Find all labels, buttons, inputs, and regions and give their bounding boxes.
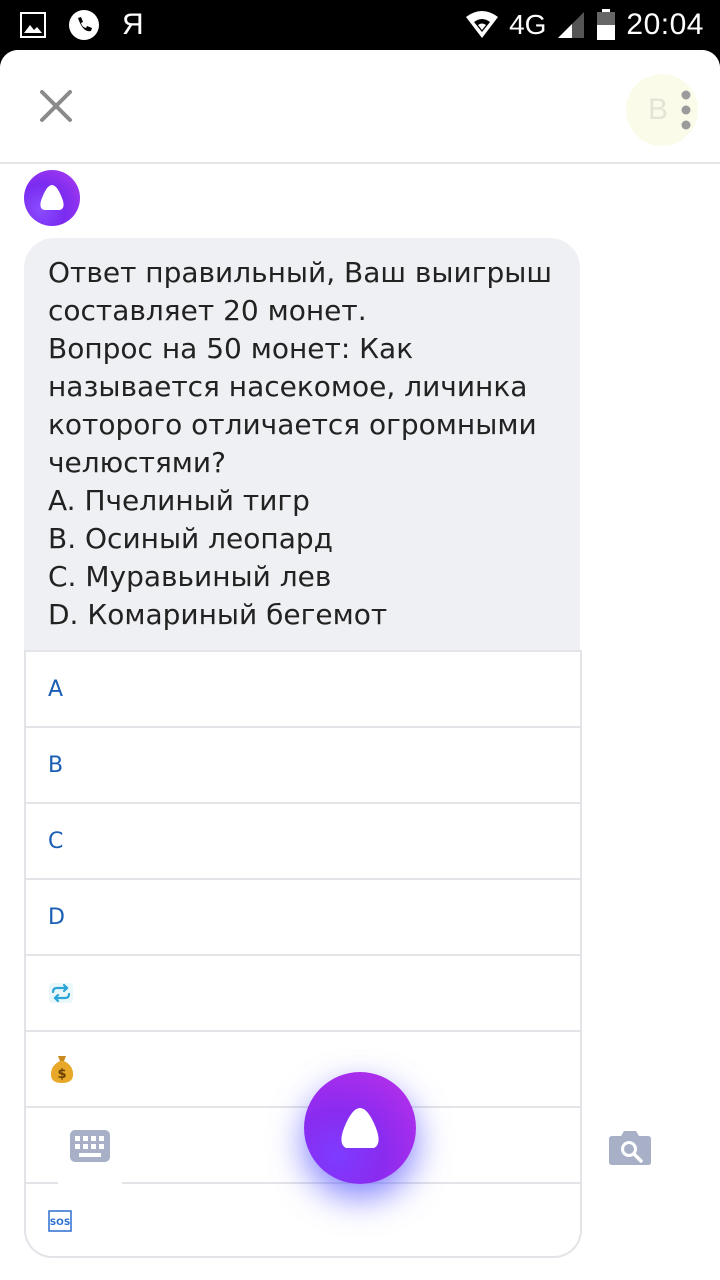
answer-c-button[interactable]: C bbox=[26, 802, 580, 878]
message-bubble: Ответ правильный, Ваш выигрыш составляет… bbox=[24, 238, 580, 650]
alice-logo-icon bbox=[40, 185, 64, 210]
message-line: Ответ правильный, Ваш выигрыш bbox=[48, 256, 552, 289]
battery-icon bbox=[597, 9, 616, 40]
svg-text:$: $ bbox=[57, 1067, 66, 1082]
sos-button[interactable]: SOS bbox=[26, 1182, 580, 1256]
more-vert-icon[interactable] bbox=[680, 90, 692, 130]
status-bar-left: Я bbox=[20, 8, 144, 42]
app-letter: Я bbox=[122, 8, 144, 41]
svg-text:SOS: SOS bbox=[50, 1218, 71, 1228]
answer-b-button[interactable]: B bbox=[26, 726, 580, 802]
close-icon[interactable] bbox=[36, 86, 76, 126]
signal-icon bbox=[558, 12, 585, 38]
message-line: называется насекомое, личинка bbox=[48, 370, 528, 403]
alice-logo-icon bbox=[341, 1108, 379, 1148]
camera-search-icon[interactable] bbox=[608, 1128, 652, 1166]
assistant-sheet: В Ответ правильный, Ваш выигрыш составля… bbox=[0, 50, 720, 1280]
message-line: A. Пчелиный тигр bbox=[48, 484, 310, 517]
alice-voice-button[interactable] bbox=[304, 1072, 416, 1184]
message-line: Вопрос на 50 монет: Как bbox=[48, 332, 414, 365]
phone-icon bbox=[69, 10, 99, 40]
avatar-letter: В bbox=[648, 93, 669, 126]
clock: 20:04 bbox=[626, 8, 704, 41]
image-icon bbox=[20, 12, 46, 38]
message-line: B. Осиный леопард bbox=[48, 522, 334, 555]
sos-icon: SOS bbox=[48, 1210, 72, 1232]
money-bag-icon: $ bbox=[50, 1056, 74, 1083]
network-type: 4G bbox=[509, 9, 547, 40]
answer-a-button[interactable]: A bbox=[26, 650, 580, 726]
message-line: челюстями? bbox=[48, 446, 226, 479]
message-line: составляет 20 монет. bbox=[48, 294, 367, 327]
keyboard-icon[interactable] bbox=[70, 1130, 110, 1162]
wifi-icon bbox=[466, 11, 499, 38]
alice-avatar bbox=[24, 170, 80, 226]
money-button[interactable]: $ bbox=[26, 1030, 580, 1106]
answer-d-button[interactable]: D bbox=[26, 878, 580, 954]
repeat-button[interactable] bbox=[26, 954, 580, 1030]
repeat-icon bbox=[49, 983, 73, 1003]
message-line: которого отличается огромными bbox=[48, 408, 537, 441]
status-bar-right: 4G 20:04 bbox=[465, 8, 704, 42]
message-line: D. Комариный бегемот bbox=[48, 598, 388, 631]
message-text: Ответ правильный, Ваш выигрыш составляет… bbox=[48, 254, 568, 634]
message-line: C. Муравьиный лев bbox=[48, 560, 332, 593]
top-bar: В bbox=[0, 50, 720, 164]
status-bar: Я 4G 20:04 bbox=[0, 0, 720, 50]
